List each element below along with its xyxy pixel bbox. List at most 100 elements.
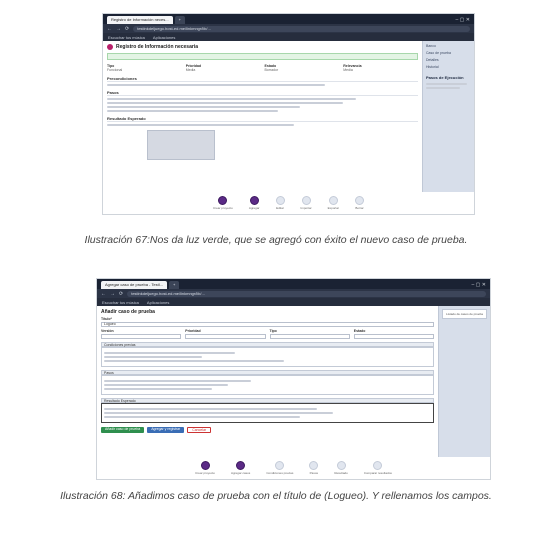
back-icon[interactable]: ← [107,26,112,32]
tool-item[interactable]: Borrar [355,196,365,210]
window-controls[interactable]: – ▢ ✕ [468,281,490,289]
address-bar-row: ← → ⟳ testinkdeljuego.host-ed.me/linkmng… [97,289,490,298]
text-line [104,412,333,414]
bottom-toolbar: Crear proyecto Agregar Editar Importar E… [103,192,474,214]
page-title: Añadir caso de prueba [101,309,155,315]
browser-tab-active[interactable]: Registro de Información neces... [107,16,173,24]
text-line [107,98,356,100]
reload-icon[interactable]: ⟳ [119,291,123,297]
text-line [104,360,284,362]
text-line [104,416,301,418]
compare-icon [373,461,383,470]
sidebar-link[interactable]: Banco [426,44,471,48]
right-sidebar: Listado de casos de prueba [438,306,490,457]
bookmark-item[interactable]: Escuchar tus música [102,300,139,305]
sidebar-note: Listado de casos de prueba [442,309,487,319]
form-row: Versión Prioridad Tipo Estado [101,327,434,339]
preconditions-textarea[interactable] [101,347,434,367]
browser-tab-strip: Agregar caso de prueba - Testl... + – ▢ … [97,279,490,289]
delete-icon [355,196,365,205]
reload-icon[interactable]: ⟳ [125,26,129,32]
bookmark-item[interactable]: Escuchar tus música [108,35,145,40]
page-title-row: Registro de Información necesaria [107,44,418,50]
list-icon [275,461,285,470]
add-test-case-button[interactable]: Añadir caso de prueba [101,427,145,433]
forward-icon[interactable]: → [116,26,121,32]
tool-item[interactable]: Resultado [334,461,348,475]
plus-icon [236,461,246,470]
tool-item[interactable]: Agregar [249,196,260,210]
folder-icon [218,196,228,205]
text-line [104,356,203,358]
browser-tab-active[interactable]: Agregar caso de prueba - Testl... [101,281,167,289]
bookmarks-bar: Escuchar tus música Aplicaciones [97,298,490,306]
text-line [107,110,279,112]
tool-item[interactable]: Editar [275,196,285,210]
text-line [107,124,294,126]
sidebar-link[interactable]: Caso de prueba [426,51,471,55]
field-label: Versión [101,329,114,333]
steps-textarea[interactable] [101,375,434,395]
bottom-toolbar: Crear proyecto Agregar casos Condiciones… [97,457,490,479]
text-line [107,106,300,108]
forward-icon[interactable]: → [110,291,115,297]
priority-select[interactable] [185,334,266,339]
page-title: Registro de Información necesaria [116,44,198,50]
field-label: Prioridad [185,329,201,333]
text-line [104,380,252,382]
tool-item[interactable]: Crear proyecto [195,461,215,475]
version-select[interactable] [101,334,182,339]
folder-icon [200,461,210,470]
tool-item[interactable]: Crear proyecto [213,196,233,210]
field-label: Estado [353,329,366,333]
tool-item[interactable]: Pasos [309,461,319,475]
url-field[interactable]: testinkdeljuego.host-ed.me/linkmngr/lib/… [127,290,486,297]
figure-caption: Ilustración 68: Añadimos caso de prueba … [60,490,492,502]
screenshot-add-test-case: Agregar caso de prueba - Testl... + – ▢ … [96,278,491,480]
embedded-image [147,130,215,160]
form-buttons: Añadir caso de prueba Agregar y registra… [101,427,434,433]
text-line [426,83,467,85]
field-value: Media [343,68,353,72]
section-heading: Resultado Esperado [107,116,418,122]
browser-tab[interactable]: + [174,16,185,24]
edit-icon [275,196,285,205]
browser-tab[interactable]: + [168,281,180,289]
address-bar-row: ← → ⟳ testinkdeljuego.host-ed.me/linkmng… [103,24,474,33]
testlink-app: Registro de Información necesaria Tipo Fu… [103,41,474,214]
add-and-register-button[interactable]: Agregar y registrar [147,427,185,433]
browser-tab-strip: Registro de Información neces... + – ▢ ✕ [103,14,474,24]
text-line [426,87,460,89]
tool-item[interactable]: Agregar casos [231,461,250,475]
export-icon [328,196,338,205]
expected-result-textarea[interactable] [101,403,434,423]
cancel-button[interactable]: Cancelar [187,427,212,433]
tool-item[interactable]: Comparar resultados [364,461,392,475]
tool-item[interactable]: Exportar [328,196,339,210]
screenshot-test-case-added: Registro de Información neces... + – ▢ ✕… [102,13,475,215]
steps-icon [309,461,319,470]
sidebar-heading: Pasos de Ejecución [426,75,464,80]
url-field[interactable]: testinkdeljuego.host-ed.me/linkmngr/lib/… [133,25,470,32]
text-line [107,84,325,86]
tool-item[interactable]: Condiciones previas [266,461,293,475]
window-controls[interactable]: – ▢ ✕ [452,16,474,24]
page-title-row: Añadir caso de prueba [101,309,434,315]
field-grid: Tipo Funcional Prioridad Media Estado Borra… [107,64,418,72]
type-select[interactable] [269,334,350,339]
sidebar-link[interactable]: Historial [426,65,471,69]
import-icon [301,196,311,205]
field-label: Tipo [269,329,277,333]
bookmark-item[interactable]: Aplicaciones [147,300,169,305]
status-select[interactable] [353,334,434,339]
figure-caption: Ilustración 67:Nos da luz verde, que se … [84,234,468,246]
sidebar-link[interactable]: Detalles [426,58,471,62]
tool-item[interactable]: Importar [301,196,312,210]
bookmarks-bar: Escuchar tus música Aplicaciones [103,33,474,41]
title-label: Título* [101,317,112,321]
back-icon[interactable]: ← [101,291,106,297]
plus-icon [249,196,259,205]
bookmark-item[interactable]: Aplicaciones [153,35,175,40]
right-sidebar: Banco Caso de prueba Detalles Historial … [422,41,474,192]
success-message [107,53,418,60]
